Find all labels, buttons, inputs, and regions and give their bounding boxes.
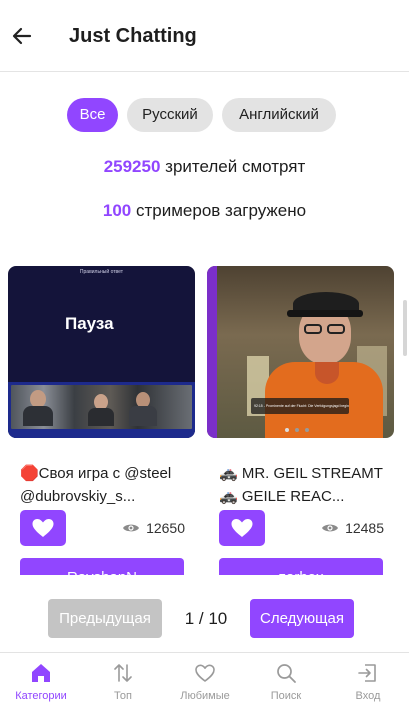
- streamer-button[interactable]: RavshanN: [20, 558, 184, 575]
- favorite-button[interactable]: [20, 510, 66, 546]
- sort-arrows-icon: [111, 661, 135, 685]
- stream-card[interactable]: Правильный ответ Пауза 🛑Своя игра с @ste…: [8, 266, 195, 575]
- streamers-label: стримеров загружено: [135, 201, 307, 220]
- previous-page-button[interactable]: Предыдущая: [48, 599, 162, 638]
- tab-login[interactable]: Вход: [327, 653, 409, 707]
- stream-title-line2: 🚓 GEILE REAC...: [219, 488, 345, 505]
- stream-grid[interactable]: Правильный ответ Пауза 🛑Своя игра с @ste…: [0, 257, 409, 575]
- tab-top[interactable]: Топ: [82, 653, 164, 707]
- eye-icon: [322, 524, 339, 532]
- viewer-count: 12650: [122, 520, 185, 536]
- filter-english-chip[interactable]: Английский: [222, 98, 336, 132]
- stream-title-line1: 🚓 MR. GEIL STREAMT: [219, 465, 383, 482]
- tab-label: Категории: [15, 690, 67, 702]
- filter-all-chip[interactable]: Все: [67, 98, 118, 132]
- heart-outline-icon: [193, 661, 217, 685]
- viewer-count-value: 12650: [146, 520, 185, 536]
- streamer-button[interactable]: zarbex: [219, 558, 383, 575]
- thumbnail-caption: 92:15 - Prominente auf der Flucht: Die V…: [254, 404, 349, 408]
- streamers-count: 100: [102, 201, 132, 220]
- search-icon: [274, 661, 298, 685]
- heart-icon: [231, 519, 253, 537]
- stream-card[interactable]: 92:15 - Prominente auf der Flucht: Die V…: [207, 266, 394, 575]
- pagination: Предыдущая 1 / 10 Следующая: [0, 599, 409, 639]
- bottom-tab-bar: Категории Топ Любимые Поиск Вход: [0, 652, 409, 707]
- streamers-stat: 100 стримеров загружено: [0, 201, 409, 221]
- viewer-count: 12485: [321, 520, 384, 536]
- tab-favorites[interactable]: Любимые: [164, 653, 246, 707]
- thumbnail-pause-text: Пауза: [65, 314, 114, 333]
- viewers-count: 259250: [103, 157, 161, 176]
- app-header: Just Chatting: [0, 0, 409, 72]
- tab-label: Вход: [355, 690, 381, 702]
- viewers-label: зрителей смотрят: [165, 157, 306, 176]
- tab-label: Топ: [114, 690, 132, 702]
- tab-search[interactable]: Поиск: [245, 653, 327, 707]
- login-icon: [356, 661, 380, 685]
- stream-title-line1: 🛑Своя игра с @steel: [20, 465, 172, 482]
- thumbnail-caption-bar: 92:15 - Prominente auf der Flucht: Die V…: [251, 398, 349, 414]
- stream-title[interactable]: 🚓 MR. GEIL STREAMT 🚓 GEILE REAC...: [219, 462, 391, 508]
- stream-thumbnail[interactable]: Правильный ответ Пауза: [8, 266, 195, 438]
- favorite-button[interactable]: [219, 510, 265, 546]
- eye-icon: [123, 524, 140, 532]
- scrollbar[interactable]: [403, 300, 407, 356]
- carousel-dots: [285, 428, 319, 432]
- viewer-count-value: 12485: [345, 520, 384, 536]
- viewers-stat: 259250 зрителей смотрят: [0, 157, 409, 177]
- stream-title-line2: @dubrovskiy_s...: [20, 488, 136, 505]
- thumbnail-webcam: [8, 382, 195, 438]
- tab-label: Поиск: [270, 690, 302, 702]
- language-filters: Все Русский Английский: [0, 98, 409, 132]
- thumbnail-header: Правильный ответ: [79, 269, 124, 275]
- page-indicator: 1 / 10: [184, 609, 228, 628]
- page-title: Just Chatting: [69, 25, 197, 47]
- filter-russian-chip[interactable]: Русский: [127, 98, 213, 132]
- tab-categories[interactable]: Категории: [0, 653, 82, 707]
- heart-icon: [32, 519, 54, 537]
- stream-thumbnail[interactable]: 92:15 - Prominente auf der Flucht: Die V…: [207, 266, 394, 438]
- tab-label: Любимые: [180, 690, 230, 702]
- next-page-button[interactable]: Следующая: [250, 599, 354, 638]
- back-arrow-icon[interactable]: [10, 24, 34, 48]
- stream-title[interactable]: 🛑Своя игра с @steel @dubrovskiy_s...: [20, 462, 192, 508]
- home-icon: [29, 661, 53, 685]
